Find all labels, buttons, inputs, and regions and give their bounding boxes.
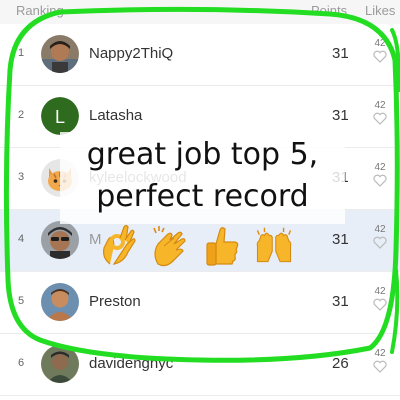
points-value: 31	[332, 231, 349, 248]
leaderboard-screen: Ranking Points Likes 1 Nappy2ThiQ 31 42	[0, 0, 400, 400]
heart-icon[interactable]	[373, 360, 387, 373]
likes-count: 42	[374, 100, 386, 111]
ok-hand-emoji	[103, 224, 136, 265]
clapping-hands-emoji	[153, 226, 186, 267]
caption-line-2: perfect record	[96, 179, 309, 214]
likes-control[interactable]: 42	[371, 224, 389, 249]
avatar-letter: L	[55, 107, 65, 127]
heart-icon[interactable]	[373, 298, 387, 311]
username[interactable]: Nappy2ThiQ	[89, 45, 173, 62]
points-value: 31	[332, 107, 349, 124]
likes-control[interactable]: 42	[371, 162, 389, 187]
heart-icon[interactable]	[373, 112, 387, 125]
avatar[interactable]	[41, 345, 79, 383]
ranking-column-header: Ranking	[16, 3, 64, 18]
heart-icon[interactable]	[373, 50, 387, 63]
leaderboard-row[interactable]: 5 Preston 31 42	[0, 272, 400, 334]
leaderboard-row[interactable]: 6 davidenghyc 26 42	[0, 334, 400, 396]
rank-number: 2	[18, 109, 25, 121]
leaderboard-header: Ranking Points Likes	[0, 0, 400, 25]
likes-count: 42	[374, 162, 386, 173]
heart-icon[interactable]	[373, 174, 387, 187]
points-value: 26	[332, 355, 349, 372]
caption-line-1: great job top 5,	[86, 137, 319, 172]
username[interactable]: Preston	[89, 293, 141, 310]
likes-control[interactable]: 42	[371, 38, 389, 63]
rank-number: 3	[18, 171, 25, 183]
likes-count: 42	[374, 286, 386, 297]
likes-count: 42	[374, 38, 386, 49]
heart-icon[interactable]	[373, 236, 387, 249]
likes-control[interactable]: 42	[371, 286, 389, 311]
points-value: 31	[332, 45, 349, 62]
rank-number: 1	[18, 47, 25, 59]
thumbs-up-emoji	[206, 227, 239, 266]
avatar[interactable]	[41, 221, 79, 259]
emoji-sticker-row	[98, 224, 308, 270]
username[interactable]: Latasha	[89, 107, 142, 124]
points-column-header: Points	[311, 3, 348, 18]
avatar[interactable]: L	[41, 97, 79, 135]
rank-number: 4	[18, 233, 25, 245]
rank-number: 5	[18, 295, 25, 307]
likes-control[interactable]: 42	[371, 100, 389, 125]
leaderboard-row[interactable]: 1 Nappy2ThiQ 31 42	[0, 24, 400, 86]
likes-column-header: Likes	[365, 3, 396, 18]
avatar[interactable]	[41, 35, 79, 73]
caption-text: great job top 5, perfect record	[60, 134, 345, 218]
avatar[interactable]	[41, 283, 79, 321]
points-value: 31	[332, 293, 349, 310]
likes-control[interactable]: 42	[371, 348, 389, 373]
rank-number: 6	[18, 357, 25, 369]
raising-hands-emoji	[256, 227, 292, 263]
likes-count: 42	[374, 348, 386, 359]
username[interactable]: davidenghyc	[89, 355, 173, 372]
likes-count: 42	[374, 224, 386, 235]
